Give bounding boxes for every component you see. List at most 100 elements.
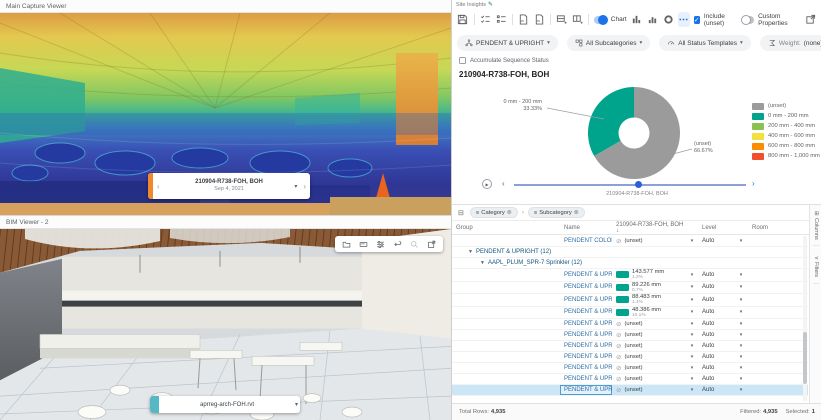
table-row[interactable]: PENDENT & UPRIGHT⊘(unset)▾Auto▾ [452, 385, 808, 396]
value-cell[interactable]: 89.226 mm0.7% [612, 282, 686, 293]
value-cell[interactable]: ⊘(unset) [612, 331, 686, 339]
scrollbar-thumb[interactable] [803, 332, 807, 384]
level-dropdown-caret[interactable]: ▾ [734, 354, 748, 360]
edit-icon[interactable]: ✎ [488, 1, 493, 8]
level-dropdown-caret[interactable]: ▾ [734, 297, 748, 303]
value-cell[interactable]: ⊘(unset) [612, 342, 686, 350]
name-cell[interactable]: PENDENT & UPRIGHT [560, 269, 612, 281]
accumulate-checkbox[interactable] [459, 57, 466, 64]
play-button[interactable]: ▶ [482, 179, 492, 189]
weight-filter-chip[interactable]: Weight: (none) ▾ [760, 35, 821, 51]
capture-selector-card[interactable]: ‹ 210904-R738-FOH, BOH Sep 4, 2021 ▾ › [148, 173, 310, 199]
value-cell[interactable]: ⊘(unset) [612, 353, 686, 361]
custom-properties-toggle[interactable] [742, 16, 755, 24]
bim-model-selector[interactable]: aprreg-arch-FOH.rvt ▾ [150, 396, 300, 413]
level-cell[interactable]: Auto [698, 332, 734, 338]
timeline-slider[interactable] [514, 184, 746, 186]
level-cell[interactable]: Auto [698, 284, 734, 290]
table-row[interactable]: PENDENT & UPRIGHT⊘(unset)▾Auto▾ [452, 363, 808, 374]
category-filter-chip[interactable]: PENDENT & UPRIGHT ▾ [457, 35, 558, 51]
value-cell[interactable]: ⊘(unset) [612, 386, 686, 394]
value-dropdown-caret[interactable]: ▾ [686, 321, 698, 327]
level-cell[interactable]: Auto [698, 321, 734, 327]
bim-canvas[interactable] [0, 229, 451, 420]
open-in-new-icon[interactable] [427, 240, 436, 249]
level-cell[interactable]: Auto [698, 365, 734, 371]
level-dropdown-caret[interactable]: ▾ [734, 387, 748, 393]
level-cell[interactable]: Auto [698, 309, 734, 315]
value-dropdown-caret[interactable]: ▾ [686, 297, 698, 303]
table-row[interactable]: PENDENT & UPRIGHT⊘(unset)▾Auto▾ [452, 374, 808, 385]
level-cell[interactable]: Auto [698, 238, 734, 244]
name-cell[interactable]: PENDENT & UPRIGHT [560, 319, 612, 329]
save-button[interactable] [457, 12, 469, 27]
remove-chip-icon[interactable]: ⊗ [507, 209, 512, 216]
table-row[interactable]: PENDENT & UPRIGHT⊘(unset)▾Auto▾ [452, 319, 808, 330]
value-cell[interactable]: ⊘(unset) [612, 237, 686, 245]
histogram-icon[interactable] [646, 12, 658, 27]
name-cell[interactable]: PENDENT & UPRIGHT [560, 352, 612, 362]
level-dropdown-caret[interactable]: ▾ [734, 284, 748, 290]
level-dropdown-caret[interactable]: ▾ [734, 309, 748, 315]
name-cell[interactable]: PENDENT & UPRIGHT [560, 374, 612, 384]
value-cell[interactable]: ⊘(unset) [612, 364, 686, 372]
value-dropdown-caret[interactable]: ▾ [686, 354, 698, 360]
capture-next-icon[interactable]: › [299, 182, 310, 191]
level-cell[interactable]: Auto [698, 387, 734, 393]
checklist-icon[interactable] [495, 12, 507, 27]
subcategory-group-chip[interactable]: ≡ Subcategory ⊗ [528, 207, 585, 218]
chart-toggle[interactable] [594, 16, 607, 24]
value-dropdown-caret[interactable]: ▾ [686, 343, 698, 349]
legend-item[interactable]: (unset) [752, 103, 820, 110]
table-row[interactable]: PENDENT & UPRIGHT⊘(unset)▾Auto▾ [452, 352, 808, 363]
table-scrollbar[interactable] [803, 236, 807, 401]
value-cell[interactable]: 88.483 mm1.4% [612, 294, 686, 305]
name-cell[interactable]: PENDENT & UPRIGHT [560, 330, 612, 340]
model-dropdown-caret-icon[interactable]: ▾ [295, 401, 300, 408]
name-cell[interactable]: PENDENT & UPRIGHT [560, 385, 612, 395]
bar-chart-icon[interactable] [631, 12, 643, 27]
level-cell[interactable]: Auto [698, 376, 734, 382]
add-row-button[interactable] [556, 12, 568, 27]
value-dropdown-caret[interactable]: ▾ [686, 376, 698, 382]
tab-columns[interactable]: ⊞Columns [813, 211, 819, 246]
col-level[interactable]: Level [698, 225, 734, 231]
name-cell[interactable]: PENDENT & UPRIGHT [560, 307, 612, 319]
category-group-chip[interactable]: ≡ Category ⊗ [470, 207, 518, 218]
col-name[interactable]: Name [560, 225, 612, 231]
status-templates-filter-chip[interactable]: All Status Templates ▾ [659, 35, 751, 51]
level-dropdown-caret[interactable]: ▾ [734, 365, 748, 371]
value-dropdown-caret[interactable]: ▾ [686, 238, 698, 244]
include-unset-checkbox[interactable]: ✓ [694, 16, 700, 24]
level-dropdown-caret[interactable]: ▾ [734, 238, 748, 244]
level-dropdown-caret[interactable]: ▾ [734, 321, 748, 327]
level-dropdown-caret[interactable]: ▾ [734, 272, 748, 278]
search-icon[interactable] [410, 240, 419, 249]
subcategories-filter-chip[interactable]: All Subcategories ▾ [567, 35, 650, 51]
level-cell[interactable]: Auto [698, 272, 734, 278]
level-cell[interactable]: Auto [698, 354, 734, 360]
undo-icon[interactable] [393, 240, 402, 249]
legend-item[interactable]: 400 mm - 600 mm [752, 133, 820, 140]
table-row[interactable]: PENDENT & UPRIGHT88.483 mm1.4%▾Auto▾ [452, 294, 808, 307]
name-cell[interactable]: PENDENT & UPRIGHT [560, 363, 612, 373]
value-dropdown-caret[interactable]: ▾ [686, 332, 698, 338]
value-dropdown-caret[interactable]: ▾ [686, 309, 698, 315]
value-dropdown-caret[interactable]: ▾ [686, 272, 698, 278]
folder-icon[interactable] [342, 240, 351, 249]
export-csv-button[interactable]: cv [518, 12, 530, 27]
name-cell[interactable]: PENDENT COLOR P... [560, 236, 612, 246]
table-group-row[interactable]: ▼PENDENT & UPRIGHT (12) [452, 247, 808, 258]
level-dropdown-caret[interactable]: ▾ [734, 376, 748, 382]
level-cell[interactable]: Auto [698, 297, 734, 303]
name-cell[interactable]: PENDENT & UPRIGHT [560, 294, 612, 306]
table-row[interactable]: PENDENT & UPRIGHT143.577 mm1.2%▾Auto▾ [452, 269, 808, 282]
value-cell[interactable]: ⊘(unset) [612, 375, 686, 383]
level-dropdown-caret[interactable]: ▾ [734, 343, 748, 349]
value-dropdown-caret[interactable]: ▾ [686, 365, 698, 371]
timeline-next-icon[interactable]: › [752, 179, 755, 188]
expand-panel-button[interactable] [804, 12, 816, 27]
export-xls-button[interactable]: xs [534, 12, 546, 27]
tab-filters[interactable]: ⋎Filters [813, 256, 819, 284]
level-dropdown-caret[interactable]: ▾ [734, 332, 748, 338]
